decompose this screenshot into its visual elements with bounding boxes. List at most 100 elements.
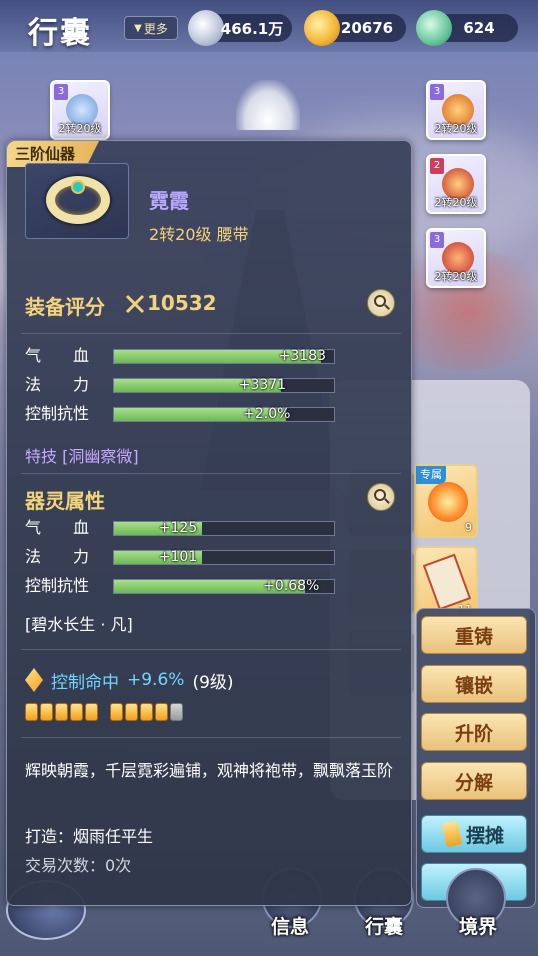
top-bar: 行囊 ▼ 更多 466.1万 20676 624 — [0, 0, 538, 52]
level-pip — [110, 703, 123, 721]
crossed-swords-icon — [125, 294, 145, 314]
divider — [21, 333, 401, 334]
stat-label: 控制抗性 — [25, 576, 90, 595]
level-pips — [25, 703, 183, 721]
currency-gold[interactable]: 20676 — [304, 10, 406, 46]
silver-value: 466.1万 — [220, 19, 284, 38]
grade-badge: 3 — [54, 84, 68, 100]
currency-silver[interactable]: 466.1万 — [188, 10, 292, 46]
level-pip — [40, 703, 53, 721]
score-label: 装备评分 — [25, 295, 105, 319]
fire-orb-icon — [428, 482, 468, 522]
level-pip — [140, 703, 153, 721]
grade-badge: 3 — [430, 84, 444, 100]
level-pip — [170, 703, 183, 721]
more-button[interactable]: ▼ 更多 — [124, 16, 178, 40]
exclusive-tag: 专属 — [416, 466, 446, 484]
stall-button[interactable]: 摆摊 — [421, 815, 527, 853]
special-skill[interactable]: 特技 [洞幽察微] — [25, 443, 139, 467]
stat-value: +0.68% — [263, 578, 320, 594]
stat-value: +3371 — [238, 377, 287, 393]
more-label: 更多 — [143, 21, 168, 36]
equip-slot-weapon[interactable]: 3 2转20级 — [50, 80, 110, 140]
stat-label: 气 血 — [25, 518, 90, 537]
item-icon — [25, 163, 129, 239]
stat-label: 法 力 — [25, 547, 90, 566]
currency-jade[interactable]: 624 — [416, 10, 518, 46]
stat-bar: +3183 — [113, 348, 335, 364]
stat-row: 法 力 +3371 — [25, 374, 345, 396]
score-search-icon[interactable] — [367, 289, 395, 317]
bag-item-fire-orb[interactable]: 专属 9 — [414, 464, 478, 538]
item-detail-panel: 三阶仙器 霓霞 2转20级 腰带 装备评分 10532 气 血 +3183 法 力 +… — [6, 140, 412, 906]
nav-realm[interactable]: 境界 — [459, 912, 497, 939]
item-name: 霓霞 — [149, 189, 189, 213]
nav-info[interactable]: 信息 — [271, 912, 309, 939]
trade-count: 交易次数：0次 — [25, 856, 132, 875]
level-pip — [25, 703, 38, 721]
inlay-button[interactable]: 镶嵌 — [421, 665, 527, 703]
stat-value: +3183 — [278, 348, 327, 364]
level-pip — [85, 703, 98, 721]
stat-value: +125 — [158, 520, 198, 536]
slot-level: 2转20级 — [434, 196, 478, 209]
hit-value: +9.6% — [127, 670, 185, 690]
gold-value: 20676 — [340, 19, 394, 37]
equip-slot-armor[interactable]: 2 2转20级 — [426, 154, 486, 214]
stat-bar: +0.68% — [113, 578, 335, 594]
spirit-search-icon[interactable] — [367, 483, 395, 511]
item-description: 辉映朝霞，千层霓彩遍铺，观神将袍带，飘飘落玉阶 — [25, 761, 394, 780]
set-name: [碧水长生 · 凡] — [25, 615, 133, 634]
diamond-icon — [25, 668, 43, 692]
gem-icon — [71, 180, 85, 194]
hit-name: 控制命中 — [51, 672, 119, 693]
item-subtitle: 2转20级 腰带 — [149, 225, 249, 244]
decompose-button[interactable]: 分解 — [421, 762, 527, 800]
pip-gap — [100, 703, 108, 721]
level-pip — [55, 703, 68, 721]
spirit-label: 器灵属性 — [25, 489, 105, 513]
recast-button[interactable]: 重铸 — [421, 616, 527, 654]
hit-level: (9级) — [192, 672, 234, 693]
stat-row: 控制抗性 +2.0% — [25, 403, 345, 425]
upgrade-button[interactable]: 升阶 — [421, 713, 527, 751]
page-title: 行囊 — [28, 16, 92, 51]
level-pip — [70, 703, 83, 721]
stat-value: +101 — [158, 549, 198, 565]
nav-bag[interactable]: 行囊 — [365, 912, 403, 939]
character-crown — [236, 80, 300, 140]
divider — [21, 473, 401, 474]
stat-label: 气 血 — [25, 346, 90, 365]
scroll-icon — [422, 553, 472, 611]
stat-row: 控制抗性 +0.68% — [25, 575, 345, 597]
grade-badge: 2 — [430, 158, 444, 174]
item-count: 9 — [465, 521, 472, 534]
level-pip — [155, 703, 168, 721]
slot-level: 2转20级 — [434, 270, 478, 283]
score-value: 10532 — [147, 291, 217, 315]
stat-bar: +125 — [113, 520, 335, 536]
equip-slot-boots[interactable]: 3 2转20级 — [426, 228, 486, 288]
slot-level: 2转20级 — [434, 122, 478, 135]
stat-bar: +2.0% — [113, 406, 335, 422]
stat-row: 法 力 +101 — [25, 546, 345, 568]
divider — [21, 737, 401, 738]
slot-level: 2转20级 — [58, 122, 102, 135]
gold-ingot-icon — [441, 820, 463, 848]
stat-row: 气 血 +3183 — [25, 345, 345, 367]
stat-row: 气 血 +125 — [25, 517, 345, 539]
maker-text: 打造：烟雨任平生 — [25, 827, 154, 846]
stat-bar: +101 — [113, 549, 335, 565]
jade-value: 624 — [463, 19, 495, 37]
stat-label: 法 力 — [25, 375, 90, 394]
chevron-down-icon: ▼ — [134, 22, 142, 34]
stat-label: 控制抗性 — [25, 404, 90, 423]
hit-attribute: 控制命中 +9.6% (9级) — [25, 665, 234, 695]
stat-value: +2.0% — [243, 406, 291, 422]
stall-label: 摆摊 — [465, 824, 504, 847]
grade-badge: 3 — [430, 232, 444, 248]
stat-bar: +3371 — [113, 377, 335, 393]
level-pip — [125, 703, 138, 721]
divider — [21, 649, 401, 650]
equip-slot-necklace[interactable]: 3 2转20级 — [426, 80, 486, 140]
